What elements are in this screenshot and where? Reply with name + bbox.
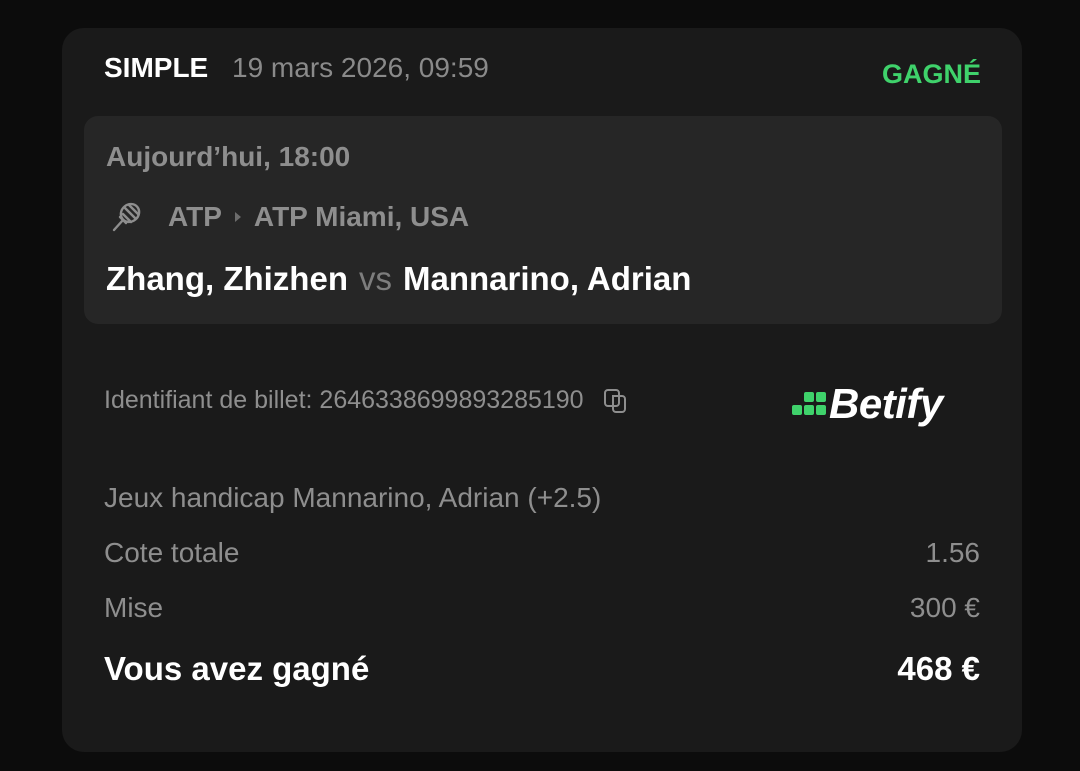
- player-two: Mannarino, Adrian: [402, 260, 692, 297]
- tournament-name: ATP Miami, USA: [253, 201, 470, 232]
- event-competition: ATP ATP Miami, USA: [110, 200, 469, 234]
- competition-name: ATP: [168, 201, 222, 232]
- bet-slip-card: SIMPLE 19 mars 2026, 09:59 GAGNÉ Aujourd…: [62, 28, 1022, 752]
- bet-description: Jeux handicap Mannarino, Adrian (+2.5): [104, 482, 602, 513]
- chevron-right-icon: [234, 212, 241, 222]
- betify-logo-icon: [792, 392, 826, 415]
- tennis-racket-icon: [112, 202, 141, 232]
- player-one: Zhang, Zhizhen: [106, 260, 348, 297]
- bet-date: 19 mars 2026, 09:59: [232, 52, 489, 83]
- event-card[interactable]: Aujourd’hui, 18:00 ATP ATP Miami, USA Zh…: [84, 116, 1002, 324]
- event-matchup: Zhang, Zhizhen vs Mannarino, Adrian: [106, 260, 691, 298]
- vs-label: vs: [358, 260, 392, 297]
- event-time: Aujourd’hui, 18:00: [106, 141, 351, 172]
- bet-type: SIMPLE: [104, 52, 209, 83]
- brand-logo: Betify: [792, 380, 943, 428]
- status-badge: GAGNÉ: [881, 59, 981, 89]
- copy-icon[interactable]: [602, 387, 630, 415]
- ticket-id: Identifiant de billet: 26463386998932851…: [104, 386, 630, 415]
- brand-name: Betify: [829, 380, 943, 427]
- ticket-id-label: Identifiant de billet: 26463386998932851…: [104, 386, 584, 414]
- winnings-value: 468 €: [897, 650, 980, 687]
- winnings-label: Vous avez gagné: [104, 650, 370, 687]
- odds-value: 1.56: [925, 537, 981, 568]
- stake-label: Mise: [104, 592, 164, 623]
- stake-value: 300 €: [909, 592, 980, 623]
- odds-label: Cote totale: [104, 537, 240, 568]
